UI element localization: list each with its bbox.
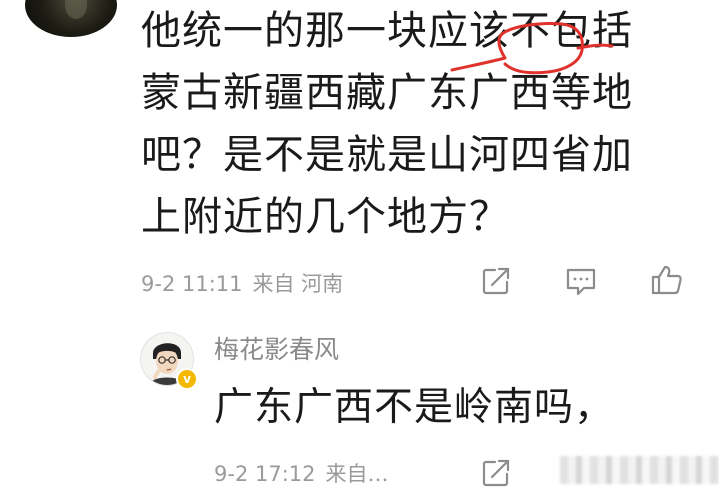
commenter-avatar[interactable]	[25, 0, 117, 37]
comment-line: 他统一的那一块应该不包括	[141, 8, 633, 54]
comment-time: 9-2 11:11	[141, 272, 243, 296]
reply-author-name[interactable]: 梅花影春风	[214, 330, 339, 366]
comment-location: 来自 河南	[252, 272, 344, 296]
share-icon[interactable]	[479, 264, 513, 298]
blurred-reply-actions	[560, 456, 719, 484]
comment-line: 蒙古新疆西藏广东广西等地	[141, 70, 633, 116]
comment-line: 上附近的几个地方？	[141, 194, 510, 240]
thumbs-up-icon[interactable]	[650, 263, 684, 297]
reply-location: 来自…	[325, 462, 389, 486]
reply-time: 9-2 17:12	[214, 462, 316, 486]
reply-share-icon[interactable]	[479, 456, 513, 490]
comment-icon[interactable]	[564, 264, 598, 298]
comment-body: 他统一的那一块应该不包括 蒙古新疆西藏广东广西等地 吧？是不是就是山河四省加 上…	[141, 0, 701, 248]
comment-meta: 9-2 11:11 来自 河南	[141, 268, 343, 298]
reply-body: 广东广西不是岭南吗，	[214, 385, 615, 430]
comment-line: 吧？是不是就是山河四省加	[141, 132, 633, 178]
verified-badge-icon: v	[176, 368, 198, 390]
